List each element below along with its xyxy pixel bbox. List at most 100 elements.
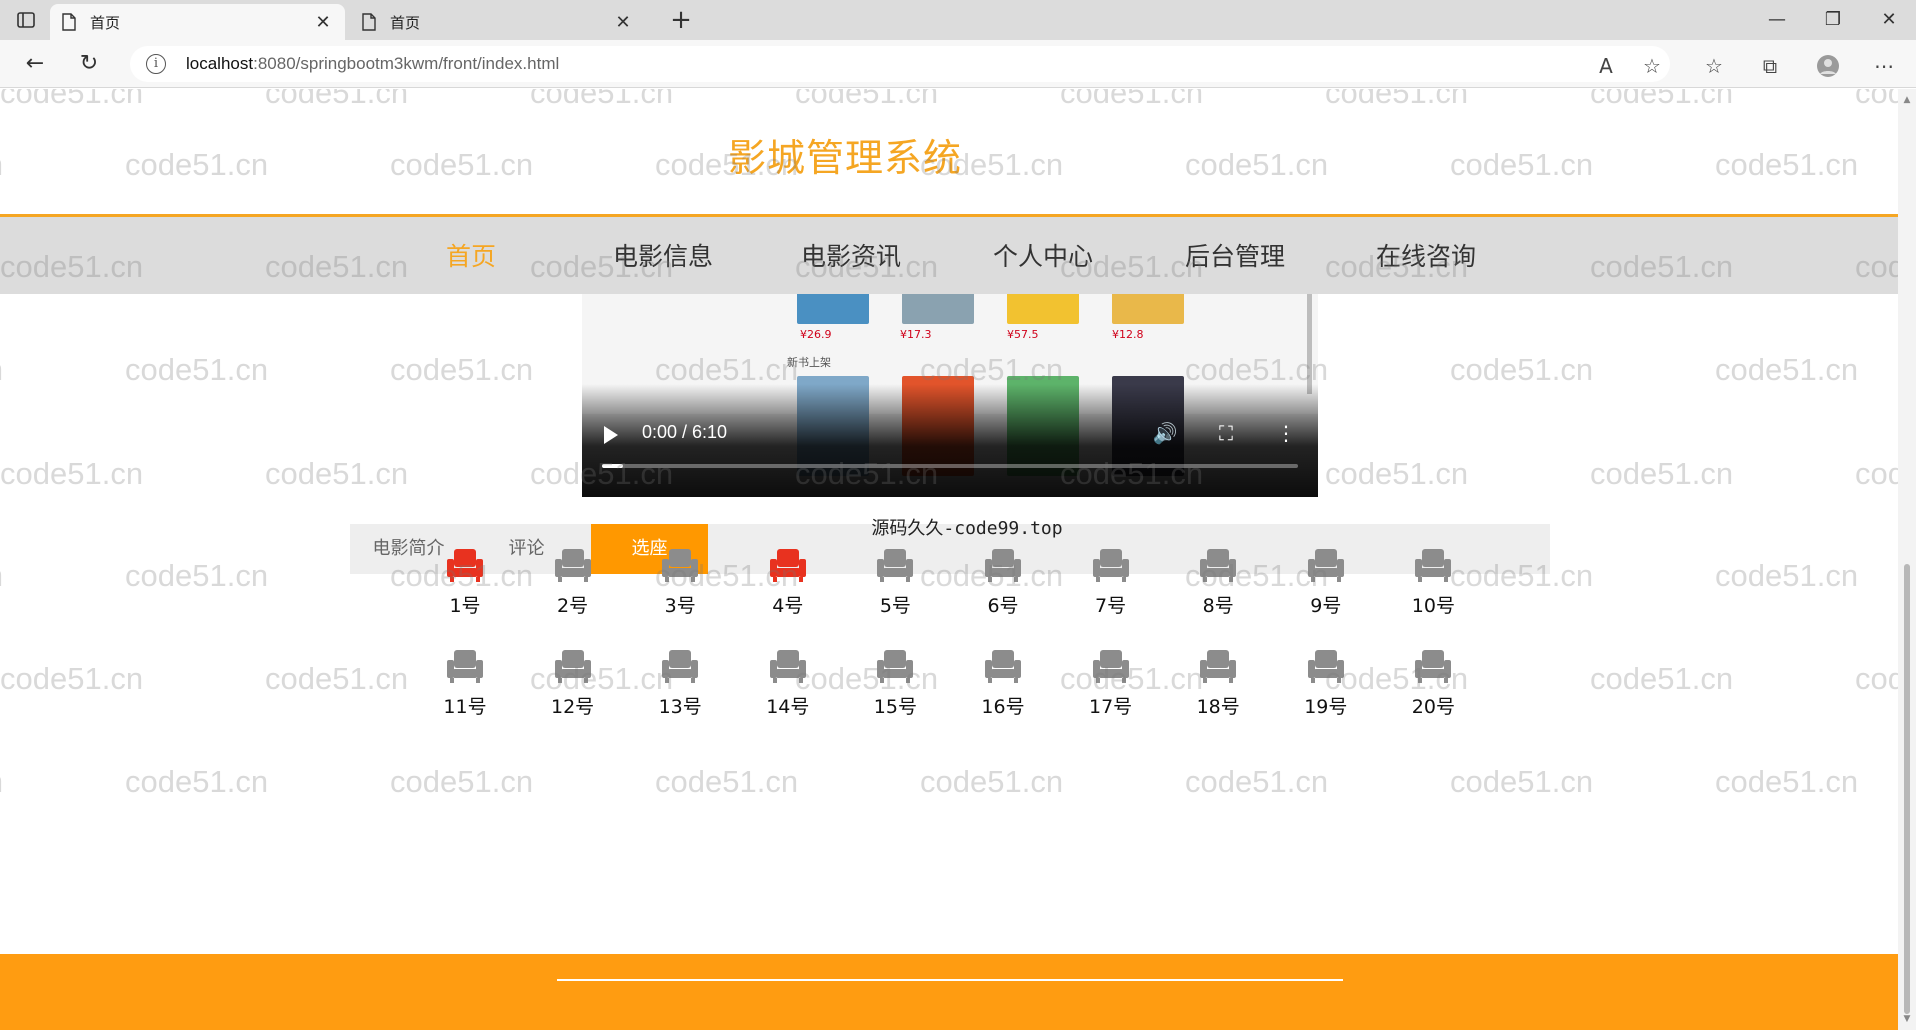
nav-admin[interactable]: 后台管理 [1185,237,1285,273]
video-time: 0:00 / 6:10 [642,422,728,442]
nav-personal-center[interactable]: 个人中心 [993,237,1093,273]
read-aloud-icon[interactable]: A [1594,54,1618,78]
seat-label: 9号 [1310,595,1342,617]
seat-4[interactable]: 4号 [758,547,818,627]
seat-7[interactable]: 7号 [1081,547,1141,627]
watermark: code51.cn [1855,89,1898,110]
seat-14[interactable]: 14号 [758,648,818,728]
seat-6[interactable]: 6号 [973,547,1033,627]
nav-movie-news[interactable]: 电影资讯 [801,237,901,273]
seat-12[interactable]: 12号 [543,648,603,728]
seat-label: 12号 [551,696,595,718]
seat-18[interactable]: 18号 [1188,648,1248,728]
watermark: code51.cn [0,558,3,594]
watermark: code51.cn [1590,661,1734,696]
tab-actions-icon[interactable] [14,8,38,32]
seat-label: 18号 [1196,696,1240,718]
favorites-icon[interactable]: ☆ [1702,54,1726,78]
profile-icon[interactable] [1816,54,1840,78]
seat-icon [769,650,806,683]
minimize-icon[interactable]: — [1752,6,1802,34]
more-menu-icon[interactable]: ⋯ [1872,54,1896,78]
video-controls: 0:00 / 6:10 🔊 ⛶ ⋮ [582,384,1318,497]
nav-online-consult[interactable]: 在线咨询 [1376,237,1476,273]
seat-icon [447,549,483,582]
seat-label: 5号 [879,595,911,617]
browser-tab-1[interactable]: 首页 ✕ [50,4,345,40]
browser-tab-2[interactable]: 首页 ✕ [350,4,645,40]
seat-icon [1307,650,1344,683]
watermark: code51.cn [390,764,534,799]
collections-icon[interactable]: ⧉ [1758,54,1782,78]
seat-label: 2号 [557,595,589,617]
fullscreen-icon[interactable]: ⛶ [1213,420,1239,446]
url-text: localhost:8080/springbootm3kwm/front/ind… [186,54,560,73]
tab-title: 首页 [90,13,121,32]
watermark: code51.cn [1715,352,1859,387]
seat-19[interactable]: 19号 [1296,648,1356,728]
seat-15[interactable]: 15号 [865,648,925,728]
web-page: 影城管理系统 首页 电影信息 电影资讯 个人中心 后台管理 在线咨询 ¥26.9… [0,89,1898,1030]
nav-home[interactable]: 首页 [446,237,496,273]
seat-13[interactable]: 13号 [650,648,710,728]
video-progress-bar[interactable] [602,464,1298,468]
seat-9[interactable]: 9号 [1296,547,1356,627]
seat-17[interactable]: 17号 [1081,648,1141,728]
more-options-icon[interactable]: ⋮ [1273,420,1299,446]
site-info-icon[interactable]: i [146,54,166,74]
page-scrollbar[interactable]: ▲ ▼ [1898,89,1916,1030]
watermark: code51.cn [1185,764,1329,799]
book-cover [797,294,869,324]
seat-label: 16号 [981,696,1025,718]
volume-icon[interactable]: 🔊 [1152,420,1178,446]
site-title: 影城管理系统 [727,136,962,180]
seat-icon [877,549,914,582]
seat-label: 4号 [772,595,804,617]
play-icon[interactable] [604,426,618,444]
seat-label: 8号 [1202,595,1234,617]
seat-1[interactable]: 1号 [435,547,495,627]
watermark: code51.cn [1715,764,1859,799]
refresh-icon[interactable]: ↻ [74,50,104,78]
nav-movie-info[interactable]: 电影信息 [613,237,713,273]
back-icon[interactable]: ← [20,50,50,78]
seat-icon [985,549,1021,582]
seat-8[interactable]: 8号 [1188,547,1248,627]
seat-2[interactable]: 2号 [543,547,603,627]
restore-icon[interactable]: ❐ [1808,6,1858,34]
book-cover [902,294,974,324]
scroll-up-icon[interactable]: ▲ [1902,95,1912,105]
seat-icon [1092,650,1129,683]
seat-11[interactable]: 11号 [435,648,495,728]
watermark: code51.cn [390,352,534,387]
url-field[interactable]: i localhost:8080/springbootm3kwm/front/i… [130,46,1670,82]
seat-label: 19号 [1304,696,1348,718]
seat-label: 20号 [1411,696,1455,718]
add-favorite-icon[interactable]: ☆ [1640,54,1664,78]
watermark: code51.cn [1325,89,1469,110]
video-player[interactable]: ¥26.9 ¥17.3 ¥57.5 ¥12.8 新书上架 0:00 / 6:10… [582,294,1318,497]
seat-5[interactable]: 5号 [865,547,925,627]
watermark: code51.cn [1325,456,1469,491]
seat-label: 13号 [658,696,702,718]
video-caption: 源码久久-code99.top [871,518,1063,539]
watermark: code51.cn [125,352,269,387]
watermark: code51.cn [655,764,799,799]
seat-icon [662,549,699,582]
seat-3[interactable]: 3号 [650,547,710,627]
close-tab-icon[interactable]: ✕ [313,12,333,33]
browser-tab-strip: 首页 ✕ 首页 ✕ + — ❐ ✕ [0,0,1916,40]
close-window-icon[interactable]: ✕ [1864,6,1914,34]
watermark: code51.cn [1590,89,1734,110]
page-icon [62,13,76,31]
close-tab-icon[interactable]: ✕ [613,12,633,33]
scroll-down-icon[interactable]: ▼ [1902,1014,1912,1024]
seat-20[interactable]: 20号 [1403,648,1463,728]
scroll-thumb[interactable] [1904,564,1910,1014]
seat-16[interactable]: 16号 [973,648,1033,728]
seat-icon [1200,650,1237,683]
seat-10[interactable]: 10号 [1403,547,1463,627]
new-tab-icon[interactable]: + [666,6,696,36]
watermark: code51.cn [125,764,269,799]
watermark: code51.cn [1715,558,1859,593]
